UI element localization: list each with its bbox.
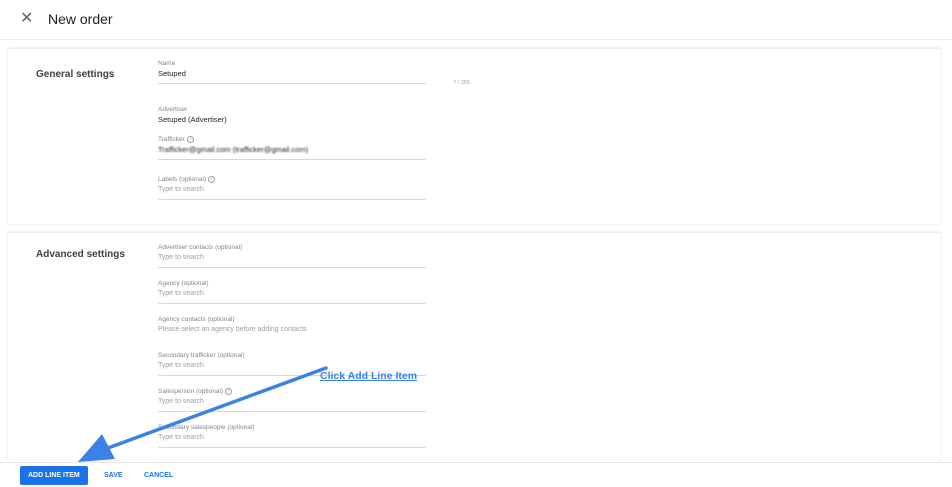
advertiser-field-value[interactable]: Setuped (Advertiser) [158,114,426,126]
agency-contacts-field: Agency contacts (optional) Please select… [158,315,426,336]
trafficker-field-value[interactable]: Trafficker@gmail.com (trafficker@gmail.c… [158,144,426,156]
secondary-trafficker-label: Secondary trafficker (optional) [158,352,245,359]
help-icon[interactable]: ? [208,175,216,183]
name-field-label: Name [158,60,176,67]
help-icon[interactable]: ? [225,387,233,395]
secondary-salespeople-underline [158,447,426,448]
close-icon[interactable]: ✕ [20,11,33,27]
salesperson-field[interactable]: Salesperson (optional)? Type to search [158,387,426,412]
action-bar: ADD LINE ITEM SAVE CANCEL [0,462,952,487]
labels-field-label: Labels (optional)? [158,175,426,184]
labels-search-input[interactable]: Type to search [158,184,426,196]
agency-input[interactable]: Type to search [158,288,426,300]
secondary-salespeople-label: Secondary salespeople (optional) [158,424,255,431]
secondary-salespeople-field[interactable]: Secondary salespeople (optional) Type to… [158,423,426,448]
advanced-settings-card: Advanced settings Advertiser contacts (o… [8,232,940,460]
salesperson-label: Salesperson (optional)? [158,387,426,396]
advertiser-contacts-label: Advertiser contacts (optional) [158,244,243,251]
general-settings-card: General settings Name Setuped 7 / 255 Ad… [8,48,940,224]
labels-field-underline [158,199,426,200]
name-field-value[interactable]: Setuped [158,68,426,80]
agency-field[interactable]: Agency (optional) Type to search [158,279,426,304]
trafficker-field-underline [158,159,426,160]
advertiser-field[interactable]: Advertiser Setuped (Advertiser) [158,105,426,126]
name-field-underline [158,83,426,84]
labels-field[interactable]: Labels (optional)? Type to search [158,175,426,200]
advertiser-contacts-underline [158,267,426,268]
agency-underline [158,303,426,304]
agency-contacts-hint: Please select an agency before adding co… [158,326,307,333]
salesperson-input[interactable]: Type to search [158,396,426,408]
page-title: New order [48,11,113,27]
trafficker-field[interactable]: Trafficker? Trafficker@gmail.com (traffi… [158,135,426,160]
labels-label-text: Labels (optional) [158,176,207,183]
salesperson-underline [158,411,426,412]
salesperson-label-text: Salesperson (optional) [158,388,224,395]
top-bar: ✕ New order [0,0,952,40]
advertiser-contacts-input[interactable]: Type to search [158,252,426,264]
advertiser-field-label: Advertiser [158,106,188,113]
secondary-salespeople-input[interactable]: Type to search [158,432,426,444]
add-line-item-button[interactable]: ADD LINE ITEM [20,466,88,485]
name-char-counter: 7 / 255 [453,80,470,86]
agency-label: Agency (optional) [158,280,209,287]
help-icon[interactable]: ? [186,135,194,143]
advanced-settings-title: Advanced settings [36,249,125,260]
save-button[interactable]: SAVE [104,466,123,485]
trafficker-field-label: Trafficker? [158,135,426,144]
name-field[interactable]: Name Setuped 7 / 255 [158,59,470,86]
agency-contacts-label: Agency contacts (optional) [158,316,235,323]
trafficker-label-text: Trafficker [158,136,185,143]
advertiser-contacts-field[interactable]: Advertiser contacts (optional) Type to s… [158,243,426,268]
general-settings-title: General settings [36,69,115,80]
cancel-button[interactable]: CANCEL [144,466,173,485]
callout-text: Click Add Line Item [320,370,418,382]
